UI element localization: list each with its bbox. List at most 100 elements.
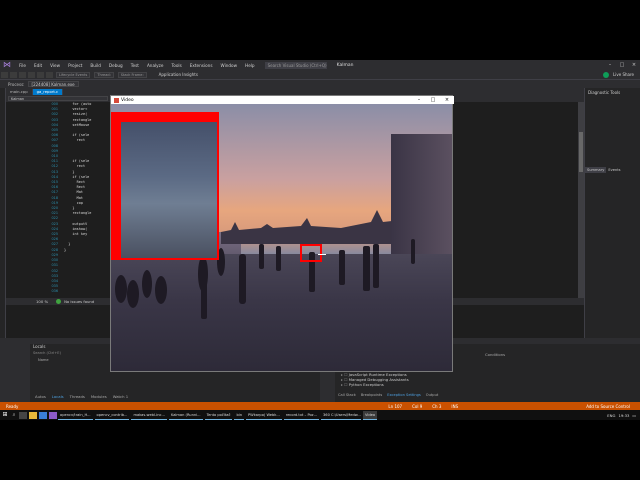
tab-call-stack[interactable]: Call Stack [338,393,356,397]
taskbar-task[interactable]: PWkarpo) Webk... [246,411,282,420]
task-view-icon[interactable] [19,411,27,419]
menu-edit[interactable]: Edit [30,63,46,68]
video-titlebar[interactable]: Video – □ × [111,96,454,104]
menu-extensions[interactable]: Extensions [186,63,217,68]
taskbar-task[interactable]: opencv/train_H... [58,411,93,420]
windows-start-icon[interactable]: ⊞ [0,410,10,420]
video-window-controls: – □ × [412,97,454,103]
tab-modules[interactable]: Modules [91,394,107,399]
solution-title: Kalman [336,62,354,68]
explorer-icon[interactable] [29,411,37,419]
tab-output[interactable]: Output [426,393,438,397]
process-label: Process: [8,81,25,87]
save-icon[interactable] [19,71,26,78]
toolbar-dropdown[interactable]: Lifecycle Events [56,71,91,78]
video-maximize-icon[interactable]: □ [426,97,440,103]
issues-status: No issues found [64,299,95,304]
exception-tabs: Call Stack Breakpoints Exception Setting… [338,393,438,397]
locals-title: Locals [33,344,46,349]
zoom-level[interactable]: 100 % [36,299,48,304]
mouse-cursor-icon [318,254,326,255]
redo-icon[interactable] [46,71,53,78]
minimize-icon[interactable]: – [604,62,616,68]
menu-view[interactable]: View [46,63,64,68]
taskbar-task[interactable]: 360 C:\Users\Medw... [321,411,361,420]
application-insights-button[interactable]: Application Insights [159,72,198,77]
notifications-icon[interactable]: ▭ [632,413,636,418]
tab-events[interactable]: Events [606,167,622,173]
taskbar-task[interactable]: bin [234,411,244,420]
taskbar-task-video[interactable]: Video [363,410,378,420]
maximize-icon[interactable]: □ [616,62,628,68]
diagnostic-tools-panel: Diagnostic Tools Summary Events [584,88,640,338]
browser-icon[interactable] [39,411,47,419]
menu-tools[interactable]: Tools [167,63,185,68]
taskbar-task[interactable]: Tento počítač [204,411,233,420]
status-ins: INS [451,403,459,409]
vs-taskbar-icon[interactable] [49,411,57,419]
video-app-icon [114,97,119,103]
menu-build[interactable]: Build [86,63,105,68]
clock[interactable]: 19:33 [618,413,629,418]
status-ready: Ready [6,403,19,409]
scroll-thumb[interactable] [579,132,583,172]
menu-debug[interactable]: Debug [105,63,127,68]
status-line: Ln 107 [388,403,403,409]
add-to-source-control-button[interactable]: Add to Source Control [586,404,630,409]
close-icon[interactable]: × [628,62,640,68]
video-close-icon[interactable]: × [440,97,454,103]
tab-watch-1[interactable]: Watch 1 [113,394,128,399]
taskbar-task[interactable]: opencv_contrib... [94,411,130,420]
taskbar-task[interactable]: makas-webl-inc... [131,411,167,420]
menu-window[interactable]: Window [217,63,242,68]
line-numbers: 000 001 002 003 004 005 006 007 008 009 010 011 012 0… [40,102,58,294]
menu-help[interactable]: Help [241,63,259,68]
process-bar: Process: [224408] Kalman.exe [0,80,640,88]
menu-project[interactable]: Project [64,63,86,68]
zoomed-person-crop [121,122,217,258]
tab-autos[interactable]: Autos [35,394,46,399]
save-all-icon[interactable] [28,71,35,78]
tab-summary[interactable]: Summary [585,167,607,173]
tab-exception-settings[interactable]: Exception Settings [387,393,421,397]
tab-threads[interactable]: Threads [70,394,85,399]
menu-file[interactable]: File [15,63,30,68]
video-minimize-icon[interactable]: – [412,97,426,103]
visual-studio-logo-icon: ⋈ [3,60,11,69]
language-indicator[interactable]: ENG [607,413,615,418]
process-dropdown[interactable]: [224408] Kalman.exe [27,81,79,87]
back-icon[interactable] [1,71,8,78]
tab-locals[interactable]: Locals [52,394,64,399]
line-number: 036 [51,289,58,294]
taskbar-task[interactable]: Kalman (Runni... [168,411,203,420]
search-input[interactable]: Search Visual Studio (Ctrl+Q) [264,61,327,69]
status-char: Ch 3 [432,403,442,409]
taskbar-task[interactable]: record.txt – Poz... [283,411,319,420]
video-window-title: Video [121,97,134,103]
tab-breakpoints[interactable]: Breakpoints [361,393,382,397]
check-icon [56,299,62,304]
thread-dropdown[interactable]: Thread: [94,71,114,78]
video-window: Video – □ × [110,95,454,372]
windows-taskbar: ⊞ ⌕ opencv/train_H... opencv_contrib... … [0,410,640,420]
tracking-box[interactable] [300,244,322,262]
screen: ⋈ File Edit View Project Build Debug Tes… [0,0,640,480]
live-share-button[interactable]: Live Share [613,72,634,77]
video-frame[interactable] [111,104,452,371]
user-avatar[interactable] [603,71,610,78]
system-tray: ENG 19:33 ▭ [607,413,636,418]
zoomed-target-view [111,112,219,260]
menu-analyze[interactable]: Analyze [143,63,168,68]
project-dropdown[interactable]: Kalman [8,96,108,101]
forward-icon[interactable] [10,71,17,78]
document-tabs: main.cpp ga_report.c [6,88,584,95]
stack-frame-dropdown[interactable]: Stack Frame: [117,71,147,78]
status-bar: Ready Ln 107 Col 9 Ch 3 INS Add to Sourc… [0,402,640,410]
menu-test[interactable]: Test [127,63,143,68]
undo-icon[interactable] [37,71,44,78]
window-controls: – □ × [604,62,640,68]
diagnostic-tabs: Summary Events [585,167,640,173]
exception-item[interactable]: Python Exceptions [341,382,409,387]
status-column: Col 9 [412,403,423,409]
search-icon[interactable]: ⌕ [10,412,18,418]
